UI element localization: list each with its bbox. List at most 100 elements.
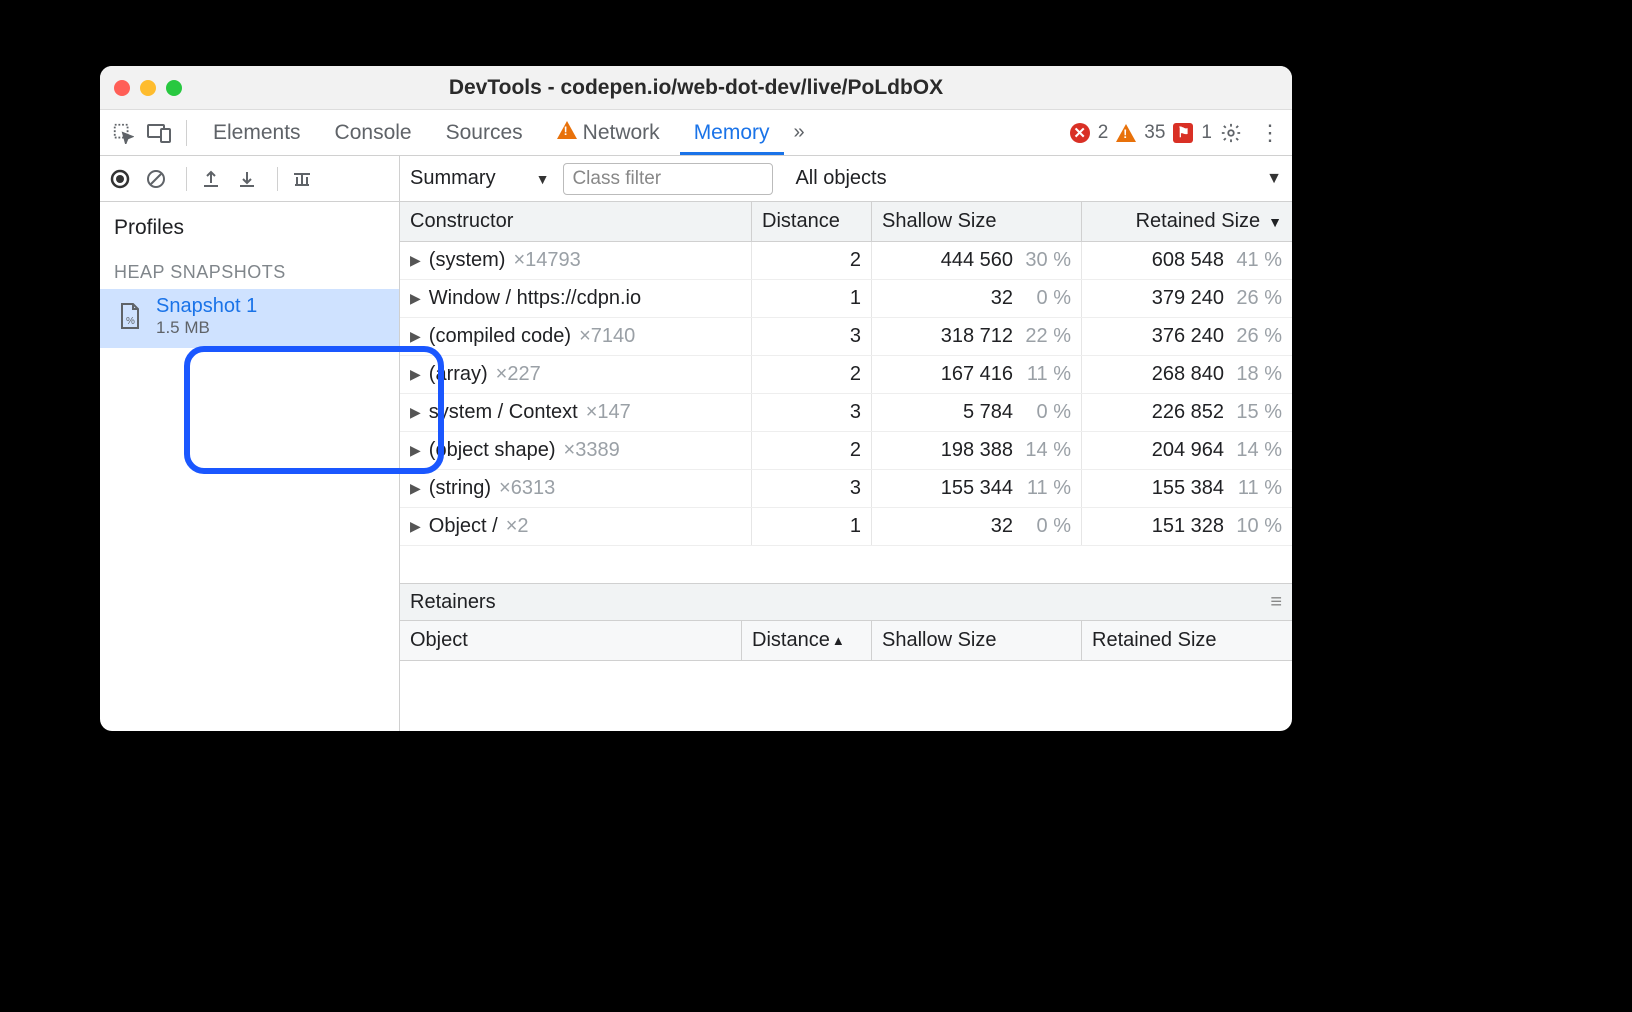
issues-icon[interactable]: ⚑ [1173, 123, 1193, 143]
sort-desc-icon: ▼ [1268, 214, 1282, 230]
tab-network[interactable]: Network [543, 110, 674, 155]
table-row[interactable]: ▶(string) ×63133155 34411 %155 38411 % [400, 470, 1292, 508]
expand-icon[interactable]: ▶ [410, 328, 421, 345]
table-row[interactable]: ▶(object shape) ×33892198 38814 %204 964… [400, 432, 1292, 470]
constructor-count: ×7140 [579, 325, 635, 348]
tab-label: Network [583, 121, 660, 145]
snapshot-size: 1.5 MB [156, 318, 257, 338]
record-icon[interactable] [110, 169, 136, 189]
download-icon[interactable] [237, 169, 263, 189]
all-objects-dropdown[interactable]: All objects [795, 167, 886, 190]
titlebar: DevTools - codepen.io/web-dot-dev/live/P… [100, 66, 1292, 110]
table-row[interactable]: ▶(compiled code) ×71403318 71222 %376 24… [400, 318, 1292, 356]
constructor-count: ×3389 [564, 439, 620, 462]
tab-console[interactable]: Console [321, 110, 426, 155]
expand-icon[interactable]: ▶ [410, 290, 421, 307]
constructor-name: (string) [429, 477, 491, 500]
table-body[interactable]: ▶(system) ×147932444 56030 %608 54841 %▶… [400, 242, 1292, 546]
expand-icon[interactable]: ▶ [410, 480, 421, 497]
col-retained[interactable]: Retained Size▼ [1082, 202, 1292, 241]
retained-cell: 151 32810 % [1082, 508, 1292, 545]
constructor-name: (compiled code) [429, 325, 571, 348]
tab-elements[interactable]: Elements [199, 110, 315, 155]
svg-text:%: % [126, 316, 135, 327]
constructor-name: Object / [429, 515, 498, 538]
retainers-label: Retainers [410, 591, 496, 614]
device-toggle-icon[interactable] [144, 118, 174, 148]
panel-body: Profiles HEAP SNAPSHOTS % Snapshot 1 1.5… [100, 156, 1292, 731]
summary-label: Summary [410, 167, 496, 190]
window-title: DevTools - codepen.io/web-dot-dev/live/P… [100, 76, 1292, 100]
retained-cell: 376 24026 % [1082, 318, 1292, 355]
distance-cell: 2 [752, 242, 872, 279]
shallow-cell: 320 % [872, 280, 1082, 317]
warning-count: 35 [1144, 122, 1165, 144]
constructor-name: (object shape) [429, 439, 556, 462]
distance-cell: 3 [752, 318, 872, 355]
tab-memory[interactable]: Memory [680, 110, 784, 155]
expand-icon[interactable]: ▶ [410, 252, 421, 269]
table-row[interactable]: ▶(array) ×2272167 41611 %268 84018 % [400, 356, 1292, 394]
shallow-cell: 167 41611 % [872, 356, 1082, 393]
snapshot-name: Snapshot 1 [156, 295, 257, 318]
col-constructor[interactable]: Constructor [400, 202, 752, 241]
snapshot-item[interactable]: % Snapshot 1 1.5 MB [100, 289, 399, 348]
inspect-icon[interactable] [108, 118, 138, 148]
upload-icon[interactable] [201, 169, 227, 189]
rcol-retained[interactable]: Retained Size [1082, 621, 1292, 660]
col-distance[interactable]: Distance [752, 202, 872, 241]
chevron-down-icon: ▼ [536, 171, 550, 187]
tab-sources[interactable]: Sources [432, 110, 537, 155]
expand-icon[interactable]: ▶ [410, 518, 421, 535]
col-shallow[interactable]: Shallow Size [872, 202, 1082, 241]
snapshot-file-icon: % [118, 302, 146, 332]
retainers-header: Retainers ≡ [400, 583, 1292, 621]
distance-cell: 3 [752, 394, 872, 431]
table-row[interactable]: ▶system / Context ×14735 7840 %226 85215… [400, 394, 1292, 432]
gear-icon[interactable] [1220, 122, 1248, 144]
distance-cell: 3 [752, 470, 872, 507]
class-filter-input[interactable]: Class filter [563, 163, 773, 195]
divider [186, 120, 187, 146]
divider [186, 167, 187, 191]
table-row[interactable]: ▶Window / https://cdpn.io1320 %379 24026… [400, 280, 1292, 318]
placeholder-text: Class filter [572, 168, 661, 190]
constructor-count: ×227 [496, 363, 541, 386]
sidebar-toolbar [100, 156, 399, 202]
table-header: Constructor Distance Shallow Size Retain… [400, 202, 1292, 242]
status-badges: ✕ 2 35 ⚑ 1 ⋮ [1070, 120, 1284, 146]
constructor-name: (array) [429, 363, 488, 386]
rcol-shallow[interactable]: Shallow Size [872, 621, 1082, 660]
snapshot-text: Snapshot 1 1.5 MB [156, 295, 257, 338]
heap-snapshots-heading: HEAP SNAPSHOTS [100, 248, 399, 289]
warning-icon [557, 121, 577, 145]
divider [277, 167, 278, 191]
expand-icon[interactable]: ▶ [410, 366, 421, 383]
rcol-distance[interactable]: Distance▲ [742, 621, 872, 660]
chevron-down-icon[interactable]: ▼ [1266, 170, 1282, 188]
summary-dropdown[interactable]: Summary ▼ [410, 167, 549, 190]
error-count: 2 [1098, 122, 1109, 144]
menu-icon[interactable]: ≡ [1270, 591, 1282, 614]
clear-icon[interactable] [146, 169, 172, 189]
kebab-icon[interactable]: ⋮ [1256, 120, 1284, 146]
table-row[interactable]: ▶(system) ×147932444 56030 %608 54841 % [400, 242, 1292, 280]
shallow-cell: 198 38814 % [872, 432, 1082, 469]
expand-icon[interactable]: ▶ [410, 442, 421, 459]
distance-cell: 2 [752, 356, 872, 393]
error-icon[interactable]: ✕ [1070, 123, 1090, 143]
tab-label: Sources [446, 121, 523, 145]
constructor-name: Window / https://cdpn.io [429, 287, 641, 310]
garbage-collect-icon[interactable] [292, 169, 318, 189]
table-row[interactable]: ▶Object / ×21320 %151 32810 % [400, 508, 1292, 546]
main-toolbar: Summary ▼ Class filter All objects ▼ [400, 156, 1292, 202]
distance-cell: 1 [752, 508, 872, 545]
rcol-object[interactable]: Object [400, 621, 742, 660]
tab-label: Elements [213, 121, 301, 145]
warning-icon[interactable] [1116, 124, 1136, 142]
retained-cell: 379 24026 % [1082, 280, 1292, 317]
expand-icon[interactable]: ▶ [410, 404, 421, 421]
shallow-cell: 320 % [872, 508, 1082, 545]
retained-cell: 608 54841 % [1082, 242, 1292, 279]
more-tabs-icon[interactable]: » [790, 121, 809, 144]
